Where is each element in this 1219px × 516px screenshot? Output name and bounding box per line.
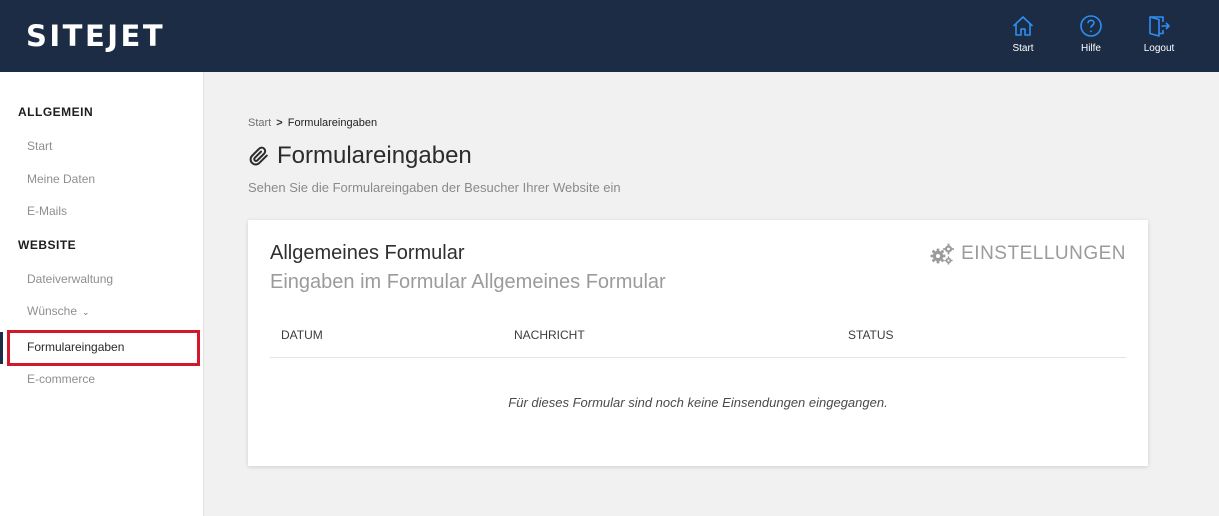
breadcrumb-start[interactable]: Start: [248, 117, 271, 129]
home-icon: [1012, 16, 1034, 36]
column-header-nachricht[interactable]: NACHRICHT: [514, 328, 585, 342]
top-nav-hilfe-label: Hilfe: [1080, 43, 1101, 54]
logout-icon: [1149, 16, 1170, 37]
settings-button[interactable]: EINSTELLUNGEN: [929, 242, 1126, 266]
form-card: Allgemeines Formular Eingaben im Formula…: [248, 220, 1148, 466]
sidebar-item-emails[interactable]: E-Mails: [27, 204, 67, 218]
sidebar-item-meine-daten[interactable]: Meine Daten: [27, 172, 95, 186]
settings-label: EINSTELLUNGEN: [961, 243, 1126, 264]
sidebar-section-website: WEBSITE: [18, 238, 77, 252]
top-nav-logout-label: Logout: [1143, 43, 1175, 54]
sidebar: ALLGEMEIN Start Meine Daten E-Mails WEBS…: [0, 72, 204, 516]
top-nav-start[interactable]: Start: [989, 0, 1057, 72]
breadcrumb-current: Formulareingaben: [287, 117, 378, 129]
breadcrumb-separator: >: [276, 117, 283, 129]
sidebar-item-start[interactable]: Start: [27, 139, 52, 153]
page-title-text: Formulareingaben: [277, 142, 472, 169]
column-header-status[interactable]: STATUS: [848, 328, 894, 342]
page-subtitle: Sehen Sie die Formulareingaben der Besuc…: [248, 180, 621, 195]
sidebar-item-ecommerce[interactable]: E-commerce: [27, 372, 95, 386]
top-nav-hilfe[interactable]: Hilfe: [1057, 0, 1125, 72]
column-header-datum[interactable]: DATUM: [281, 328, 323, 342]
sidebar-section-allgemein: ALLGEMEIN: [18, 105, 94, 119]
empty-state-message: Für dieses Formular sind noch keine Eins…: [508, 395, 888, 410]
card-subtitle: Eingaben im Formular Allgemeines Formula…: [270, 271, 666, 293]
sidebar-item-wuensche[interactable]: Wünsche ⌄: [27, 304, 90, 318]
top-nav-start-label: Start: [1012, 43, 1034, 54]
top-nav-logout[interactable]: Logout: [1125, 0, 1193, 72]
chevron-down-icon: ⌄: [82, 307, 90, 317]
sitejet-logo[interactable]: SITEJET: [26, 19, 165, 53]
sidebar-item-formulareingaben[interactable]: Formulareingaben: [27, 340, 124, 354]
gears-icon: [930, 243, 955, 265]
active-item-marker: [0, 332, 3, 364]
breadcrumb: Start > Formulareingaben: [248, 117, 377, 129]
paperclip-icon: [249, 146, 268, 166]
card-title: Allgemeines Formular: [270, 242, 465, 264]
help-icon: [1080, 15, 1102, 37]
top-nav: Start Hilfe Logout: [989, 0, 1219, 72]
sidebar-item-wuensche-label: Wünsche: [27, 304, 78, 318]
table-header-divider: [270, 357, 1126, 358]
sidebar-item-dateiverwaltung[interactable]: Dateiverwaltung: [27, 272, 113, 286]
page-title: Formulareingaben: [248, 142, 472, 170]
top-bar: SITEJET Start Hilfe Logout: [0, 0, 1219, 72]
